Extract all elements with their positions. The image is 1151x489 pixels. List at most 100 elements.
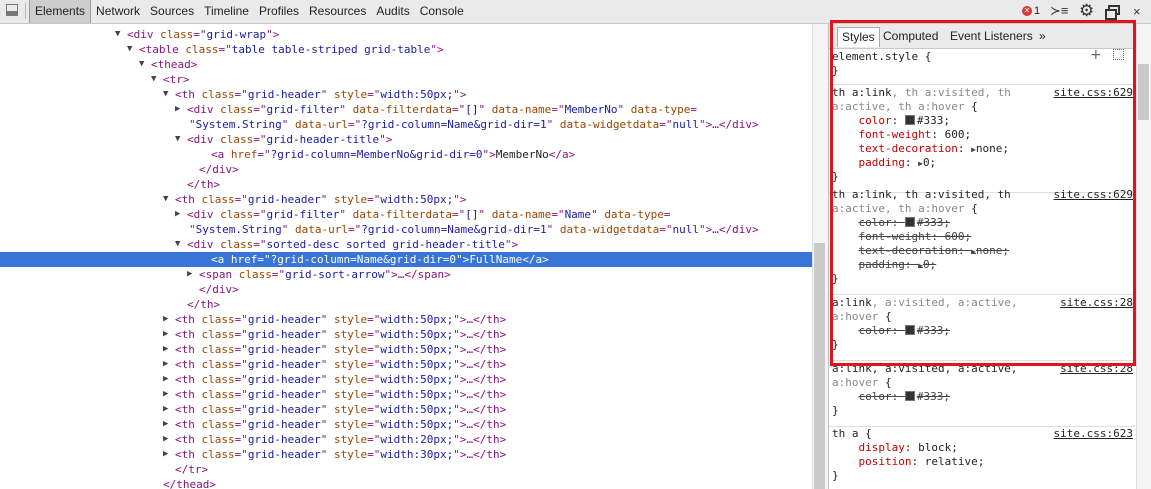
dom-node[interactable]: ▶ <span class="grid-sort-arrow">…</span> [0, 267, 812, 282]
dom-node[interactable]: ▶ <div class="grid-filter" data-filterdat… [0, 207, 812, 222]
dom-tree[interactable]: ▼ <div class="grid-wrap"> ▼ <table class="t… [0, 24, 812, 489]
tab-resources[interactable]: Resources [304, 0, 371, 23]
rule-close: } [832, 469, 839, 482]
dom-node[interactable]: ▼ <th class="grid-header" style="width:50… [0, 192, 812, 207]
dom-node[interactable]: </div> [0, 162, 812, 177]
source-link[interactable]: site.css:28 [1060, 362, 1133, 376]
expand-arrow-icon[interactable]: ▶ [163, 447, 168, 462]
dom-node[interactable]: ▶ <th class="grid-header" style="width:50… [0, 327, 812, 342]
dom-node[interactable]: ▼ <div class="grid-wrap"> [0, 27, 812, 42]
dom-node-markup: <th class="grid-header" style="width:50p… [175, 313, 507, 326]
more-tabs-icon[interactable]: » [1035, 27, 1050, 46]
tab-computed[interactable]: Computed [879, 27, 942, 46]
expand-arrow-icon[interactable]: ▶ [163, 312, 168, 327]
collapse-arrow-icon[interactable]: ▼ [115, 27, 120, 42]
dom-node-markup: <th class="grid-header" style="width:50p… [175, 403, 507, 416]
dom-node[interactable]: </th> [0, 297, 812, 312]
expand-arrow-icon[interactable]: ▶ [175, 207, 180, 222]
toggle-element-state-icon[interactable] [1113, 49, 1124, 60]
tab-styles[interactable]: Styles [837, 27, 880, 47]
style-property: color: #333; [858, 390, 951, 403]
tab-timeline[interactable]: Timeline [199, 0, 254, 23]
style-rule[interactable]: th a:link, th a:visited, th site.css:629 a… [829, 86, 1135, 193]
expand-arrow-icon[interactable]: ▶ [163, 402, 168, 417]
expand-arrow-icon[interactable]: ▶ [163, 432, 168, 447]
source-link[interactable]: site.css:623 [1054, 427, 1133, 441]
dom-node[interactable]: ▶ <div class="grid-filter" data-filterdat… [0, 102, 812, 117]
dom-node[interactable]: ▶ <th class="grid-header" style="width:50… [0, 357, 812, 372]
tab-sources[interactable]: Sources [145, 0, 199, 23]
tab-audits[interactable]: Audits [371, 0, 414, 23]
style-rule[interactable]: th a:link, th a:visited, th site.css:629 a… [829, 188, 1135, 295]
close-icon[interactable]: × [1133, 0, 1141, 23]
dom-node-selected[interactable]: <a href="?grid-column=Name&grid-dir=0">F… [0, 252, 812, 267]
error-icon[interactable]: ✕ [1022, 6, 1032, 16]
source-link[interactable]: site.css:629 [1054, 188, 1133, 202]
expand-arrow-icon[interactable]: ▶ [163, 357, 168, 372]
tab-console[interactable]: Console [415, 0, 469, 23]
dom-scrollbar-thumb[interactable] [814, 243, 825, 489]
dom-node[interactable]: ▶ <th class="grid-header" style="width:50… [0, 372, 812, 387]
expand-arrow-icon[interactable]: ▶ [163, 372, 168, 387]
dom-node[interactable]: </th> [0, 177, 812, 192]
expand-arrow-icon[interactable]: ▶ [187, 267, 192, 282]
new-style-rule-icon[interactable]: + [1090, 48, 1102, 62]
dom-node[interactable]: ▼ <tr> [0, 72, 812, 87]
collapse-arrow-icon[interactable]: ▼ [175, 237, 180, 252]
collapse-arrow-icon[interactable]: ▼ [163, 192, 168, 207]
dom-node[interactable]: ▶ <th class="grid-header" style="width:20… [0, 432, 812, 447]
dom-node[interactable]: "System.String" data-url="?grid-column=N… [0, 117, 812, 132]
dom-node[interactable]: </div> [0, 282, 812, 297]
dom-node[interactable]: "System.String" data-url="?grid-column=N… [0, 222, 812, 237]
panel-tabs: Elements Network Sources Timeline Profil… [29, 0, 469, 23]
sidebar-scrollbar-thumb[interactable] [1138, 64, 1149, 120]
dom-node-markup: </div> [199, 283, 239, 296]
tab-profiles[interactable]: Profiles [254, 0, 304, 23]
tab-event-listeners[interactable]: Event Listeners [946, 27, 1037, 46]
dock-icon[interactable] [6, 4, 18, 16]
dom-node[interactable]: </thead> [0, 477, 812, 489]
color-swatch-icon[interactable] [904, 217, 915, 227]
error-count[interactable]: 1 [1034, 0, 1040, 23]
dom-node[interactable]: ▼ <thead> [0, 57, 812, 72]
collapse-arrow-icon[interactable]: ▼ [175, 132, 180, 147]
show-console-icon[interactable]: ≻≡ [1050, 4, 1068, 18]
dom-node[interactable]: ▼ <table class="table table-striped grid-… [0, 42, 812, 57]
expand-arrow-icon[interactable]: ▶ [163, 342, 168, 357]
rule-selector: a:link, a:visited, a:active, [832, 296, 1018, 309]
rule-close: } [832, 404, 839, 417]
source-link[interactable]: site.css:28 [1060, 296, 1133, 310]
dom-node[interactable]: ▼ <div class="sorted-desc sorted grid-hea… [0, 237, 812, 252]
gear-icon[interactable]: ⚙ [1079, 2, 1094, 20]
dom-node[interactable]: ▶ <th class="grid-header" style="width:50… [0, 312, 812, 327]
color-swatch-icon[interactable] [904, 325, 915, 335]
dom-node[interactable]: ▶ <th class="grid-header" style="width:50… [0, 387, 812, 402]
style-rule[interactable]: th a {site.css:623 display: block; posit… [829, 427, 1135, 489]
tab-elements[interactable]: Elements [29, 0, 92, 23]
collapse-arrow-icon[interactable]: ▼ [139, 57, 144, 72]
expand-arrow-icon[interactable]: ▶ [163, 387, 168, 402]
color-swatch-icon[interactable] [904, 115, 915, 125]
style-rule[interactable]: a:link, a:visited, a:active, site.css:28 a… [829, 362, 1135, 427]
collapse-arrow-icon[interactable]: ▼ [163, 87, 168, 102]
style-rule[interactable]: a:link, a:visited, a:active, site.css:28 a… [829, 296, 1135, 361]
devtools-toolbar: Elements Network Sources Timeline Profil… [0, 0, 1151, 24]
dom-node[interactable]: ▶ <th class="grid-header" style="width:30… [0, 447, 812, 462]
tab-network[interactable]: Network [91, 0, 145, 23]
dom-node[interactable]: ▶ <th class="grid-header" style="width:50… [0, 417, 812, 432]
dom-node[interactable]: ▼ <div class="grid-header-title"> [0, 132, 812, 147]
source-link[interactable]: site.css:629 [1054, 86, 1133, 100]
expand-arrow-icon[interactable]: ▶ [175, 102, 180, 117]
expand-arrow-icon[interactable]: ▶ [163, 327, 168, 342]
expand-arrow-icon[interactable]: ▶ [163, 417, 168, 432]
rule-selector: a:hover { [832, 310, 892, 323]
color-swatch-icon[interactable] [904, 391, 915, 401]
dom-node[interactable]: <a href="?grid-column=MemberNo&grid-dir=… [0, 147, 812, 162]
collapse-arrow-icon[interactable]: ▼ [127, 42, 132, 57]
collapse-arrow-icon[interactable]: ▼ [151, 72, 156, 87]
undock-icon[interactable] [1105, 5, 1120, 20]
dom-node[interactable]: </tr> [0, 462, 812, 477]
dom-node[interactable]: ▶ <th class="grid-header" style="width:50… [0, 342, 812, 357]
dom-node[interactable]: ▶ <th class="grid-header" style="width:50… [0, 402, 812, 417]
dom-node[interactable]: ▼ <th class="grid-header" style="width:50… [0, 87, 812, 102]
